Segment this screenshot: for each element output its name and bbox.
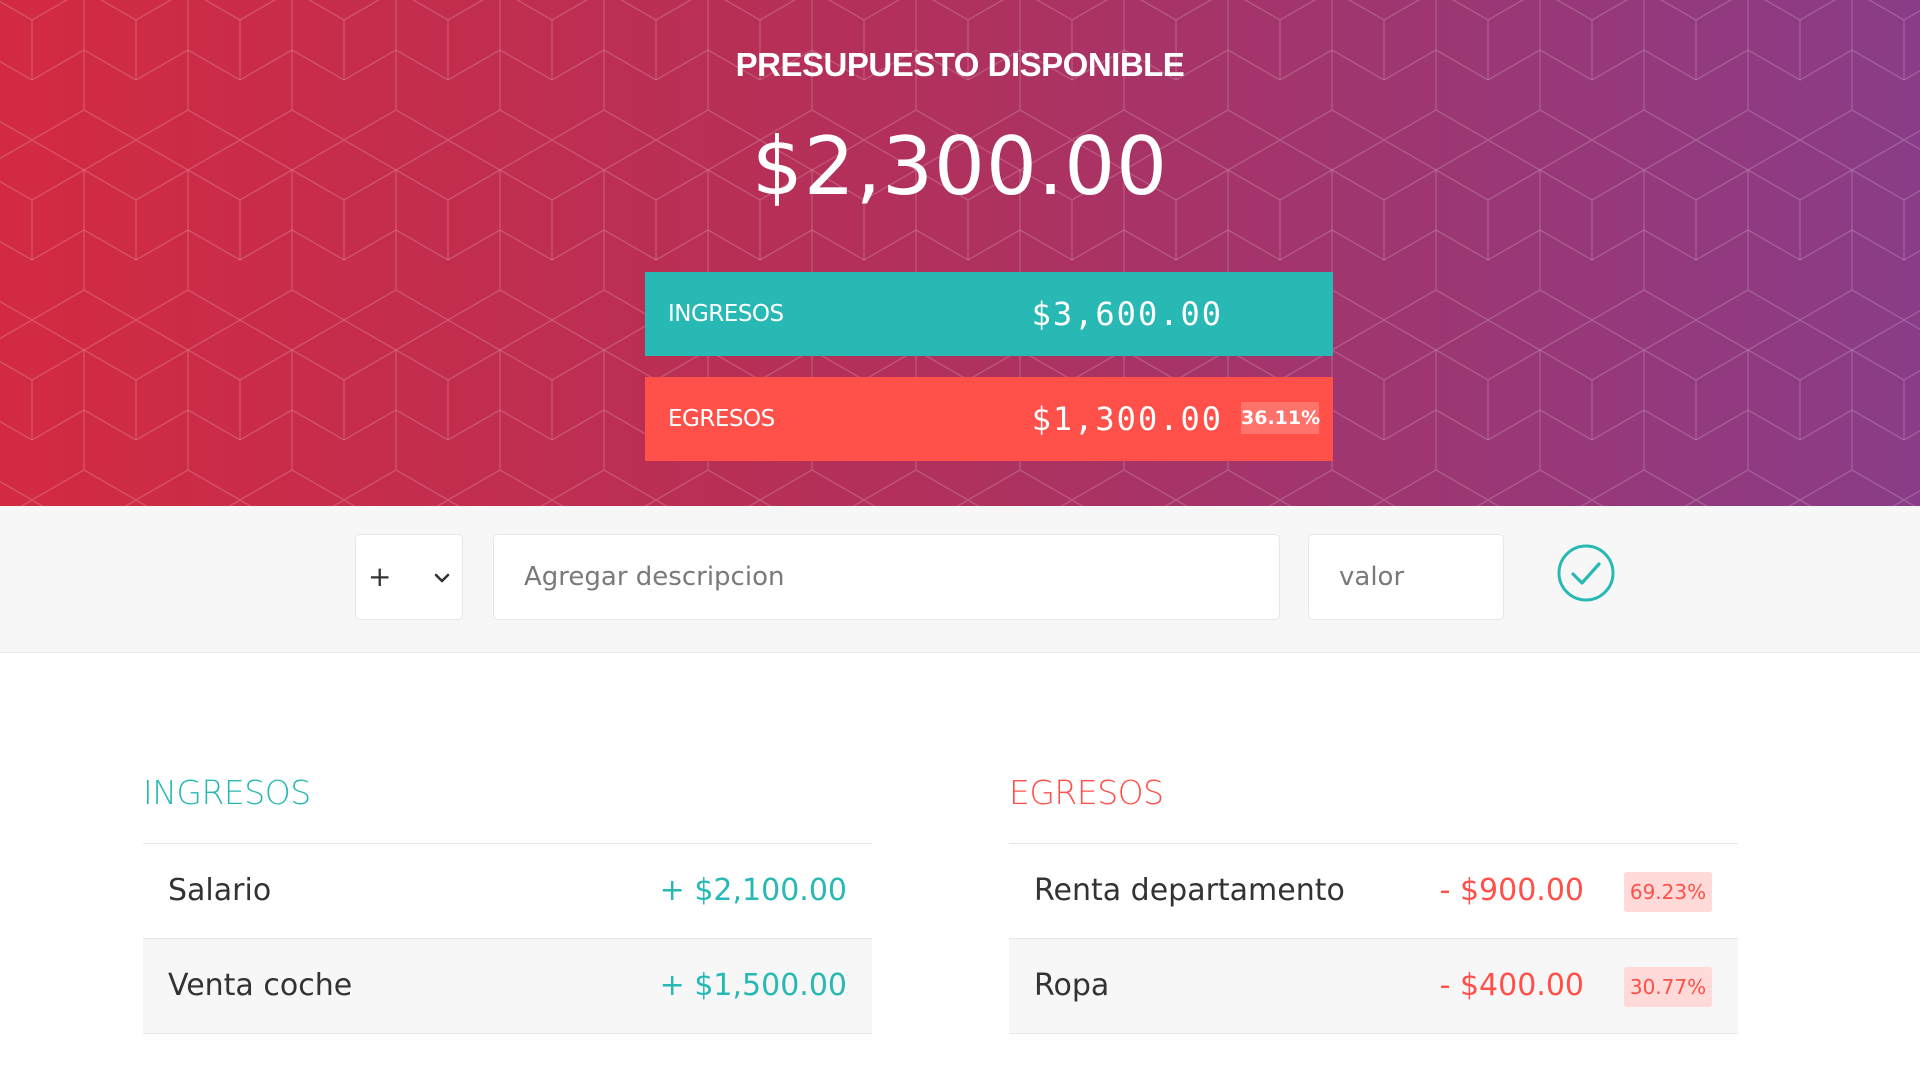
list-item[interactable]: Salario + $2,100.00 <box>143 844 872 939</box>
income-list: INGRESOS Salario + $2,100.00 Venta coche… <box>143 750 872 1034</box>
budget-header: PRESUPUESTO DISPONIBLE $2,300.00 INGRESO… <box>0 0 1920 506</box>
list-item[interactable]: Renta departamento - $900.00 69.23% <box>1009 844 1738 939</box>
income-summary-label: INGRESOS <box>668 301 784 327</box>
available-budget-value: $2,300.00 <box>751 120 1169 213</box>
budget-title: PRESUPUESTO DISPONIBLE <box>735 46 1185 83</box>
item-description: Salario <box>168 873 272 908</box>
type-select-value: + <box>368 560 392 593</box>
check-circle-icon[interactable] <box>1556 543 1616 603</box>
add-entry-bar: + <box>0 506 1920 653</box>
expense-list-title: EGRESOS <box>1009 750 1738 844</box>
item-value: - $900.00 <box>1439 873 1584 908</box>
item-description: Venta coche <box>168 968 353 1003</box>
income-summary-value: $3,600.00 <box>1031 295 1223 333</box>
item-description: Ropa <box>1034 968 1110 1003</box>
item-value: - $400.00 <box>1439 968 1584 1003</box>
item-value: + $1,500.00 <box>659 968 847 1003</box>
expense-percentage-badge: 36.11% <box>1241 402 1320 434</box>
item-percentage-badge: 69.23% <box>1624 872 1712 912</box>
list-item[interactable]: Venta coche + $1,500.00 <box>143 939 872 1034</box>
type-select[interactable]: + <box>355 534 463 620</box>
expense-summary-label: EGRESOS <box>668 406 775 432</box>
item-percentage-badge: 30.77% <box>1624 967 1712 1007</box>
income-summary: INGRESOS $3,600.00 <box>645 272 1333 356</box>
expense-summary: EGRESOS $1,300.00 36.11% <box>645 377 1333 461</box>
list-item[interactable]: Ropa - $400.00 30.77% <box>1009 939 1738 1034</box>
chevron-down-icon <box>434 573 450 583</box>
expense-list: EGRESOS Renta departamento - $900.00 69.… <box>1009 750 1738 1034</box>
item-description: Renta departamento <box>1034 873 1345 908</box>
item-value: + $2,100.00 <box>659 873 847 908</box>
income-list-title: INGRESOS <box>143 750 872 844</box>
description-input[interactable] <box>493 534 1280 620</box>
value-input[interactable] <box>1308 534 1504 620</box>
expense-summary-value: $1,300.00 <box>1031 400 1223 438</box>
